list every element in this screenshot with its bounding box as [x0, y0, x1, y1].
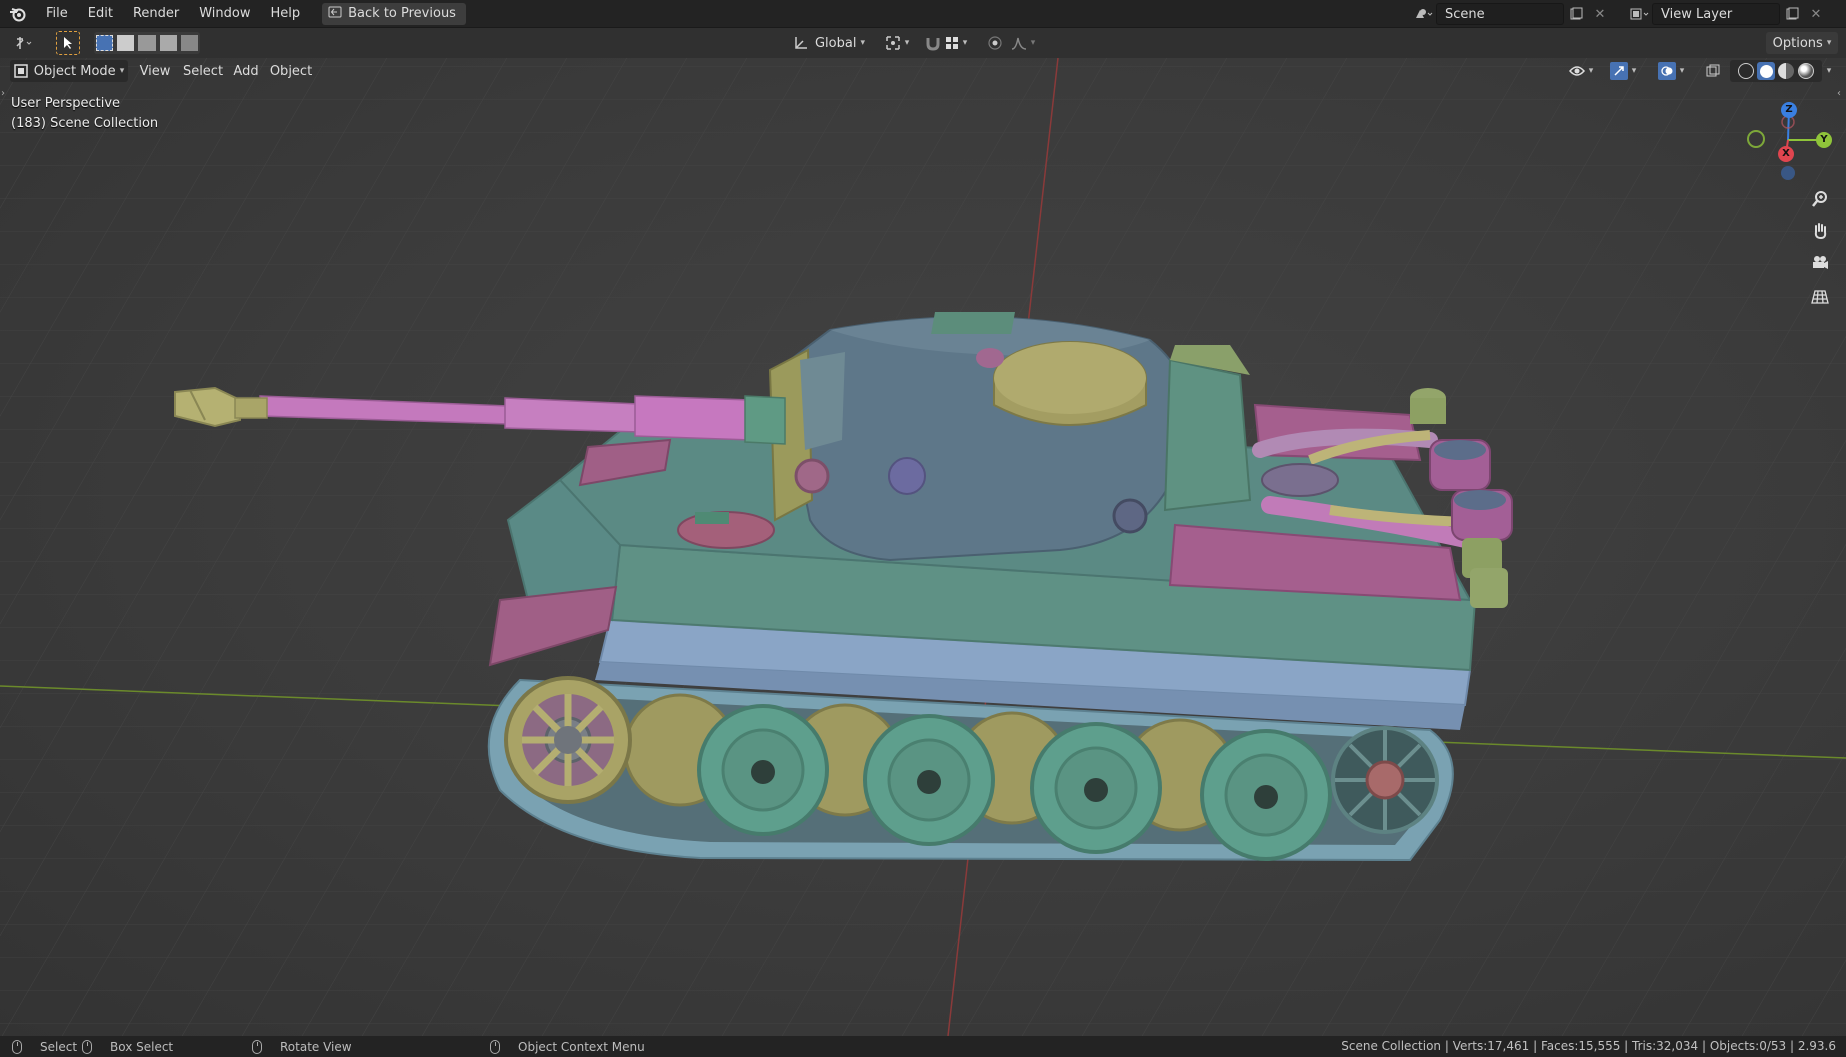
editor-type-icon[interactable] — [8, 32, 42, 54]
select-tool-icon[interactable] — [56, 31, 80, 55]
periscope — [695, 512, 729, 524]
status-rotate-hint: Rotate View — [252, 1038, 352, 1055]
snapping-toggle[interactable]: ▾ — [918, 32, 974, 54]
mode-dropdown[interactable]: Object Mode ▾ — [10, 60, 128, 82]
select-difference-icon[interactable] — [159, 35, 177, 51]
new-scene-icon[interactable] — [1564, 3, 1588, 25]
pan-hand-icon[interactable] — [1807, 218, 1833, 244]
camera-view-icon[interactable] — [1807, 250, 1833, 276]
view-layer-name-field[interactable]: View Layer — [1652, 3, 1780, 25]
gizmo-x-axis[interactable]: X — [1778, 146, 1794, 162]
rendered-shading-icon[interactable] — [1798, 63, 1814, 79]
xray-toggle-icon[interactable] — [1702, 60, 1724, 82]
delete-view-layer-icon[interactable]: ✕ — [1804, 3, 1828, 25]
view-layer-browse-icon[interactable] — [1628, 3, 1652, 25]
back-icon — [328, 6, 342, 22]
tool-header: Global ▾ ▾ ▾ ▾ Options ▾ — [0, 28, 1846, 58]
viewport-scene — [0, 58, 1846, 1036]
selection-mode-group — [94, 32, 200, 54]
orientation-icon — [795, 37, 807, 49]
drive-sprocket — [504, 676, 632, 804]
perspective-label: User Perspective — [11, 96, 121, 111]
status-bar: Select Box Select Rotate View Object Con… — [0, 1036, 1846, 1057]
shading-mode-group — [1730, 60, 1822, 82]
falloff-icon[interactable]: ▾ — [1006, 32, 1040, 54]
ortho-grid-icon[interactable] — [1807, 284, 1833, 310]
shading-options-chevron-icon[interactable]: ▾ — [1818, 60, 1836, 82]
magnet-icon — [926, 38, 940, 51]
view-layer-name-text: View Layer — [1661, 6, 1733, 22]
zoom-view-icon[interactable] — [1807, 186, 1833, 212]
collection-label: (183) Scene Collection — [11, 116, 159, 131]
proportional-edit-icon[interactable] — [984, 32, 1006, 54]
scene-selector: Scene ✕ — [1412, 3, 1612, 25]
status-rotate-label: Rotate View — [280, 1039, 352, 1054]
view-layer-selector: View Layer ✕ — [1628, 3, 1828, 25]
select-menu-label: Select — [182, 63, 224, 79]
status-context-label: Object Context Menu — [518, 1039, 645, 1054]
gizmo-y-label: Y — [1820, 134, 1828, 145]
gizmo-y-axis[interactable]: Y — [1816, 132, 1832, 148]
back-to-previous-button[interactable]: Back to Previous — [322, 2, 466, 25]
object-menu[interactable]: Object — [266, 60, 316, 82]
back-to-previous-label: Back to Previous — [348, 6, 456, 21]
scene-browse-icon[interactable] — [1412, 3, 1436, 25]
gizmo-z-axis[interactable]: Z — [1781, 102, 1797, 118]
status-context-hint: Object Context Menu — [490, 1038, 645, 1055]
options-label: Options — [1772, 35, 1823, 51]
solid-shading-icon[interactable] — [1757, 62, 1775, 80]
mouse-drag-icon — [82, 1039, 92, 1054]
status-select-label: Select — [40, 1039, 78, 1054]
snap-grid-icon — [945, 37, 958, 49]
mouse-middle-icon — [252, 1039, 262, 1054]
object-mode-icon — [14, 64, 28, 78]
scene-statistics: Scene Collection | Verts:17,461 | Faces:… — [1341, 1039, 1836, 1053]
material-shading-icon[interactable] — [1778, 63, 1794, 79]
transform-orientation-dropdown[interactable]: Global ▾ — [786, 32, 872, 54]
options-dropdown[interactable]: Options ▾ — [1766, 32, 1838, 54]
sidebar-toggle-icon[interactable]: ‹ — [1837, 88, 1841, 99]
status-box-select-label: Box Select — [110, 1039, 174, 1054]
mouse-left-icon — [12, 1039, 22, 1054]
viewport-header: Object Mode ▾ View Select Add Object ▾ ▾ … — [0, 58, 1846, 84]
delete-scene-icon[interactable]: ✕ — [1588, 3, 1612, 25]
status-box-select-hint: Box Select — [82, 1038, 173, 1055]
gizmo-toggle-icon[interactable]: ▾ — [1604, 60, 1642, 82]
menu-file[interactable]: File — [36, 0, 78, 28]
add-menu[interactable]: Add — [230, 60, 262, 82]
toolbar-toggle-icon[interactable]: › — [1, 88, 5, 99]
select-extend-icon[interactable] — [117, 35, 135, 51]
add-menu-label: Add — [233, 63, 259, 79]
idler-wheel — [1331, 726, 1439, 834]
menu-help[interactable]: Help — [261, 0, 311, 28]
view-menu[interactable]: View — [136, 60, 174, 82]
menu-edit[interactable]: Edit — [78, 0, 123, 28]
menu-window[interactable]: Window — [189, 0, 260, 28]
scene-name-text: Scene — [1445, 6, 1485, 22]
view-menu-label: View — [139, 63, 171, 79]
overlays-toggle-icon[interactable]: ▾ — [1652, 60, 1690, 82]
select-menu[interactable]: Select — [180, 60, 226, 82]
3d-viewport[interactable]: Z Y X User Perspective (183) Scene Colle… — [0, 58, 1846, 1036]
wireframe-shading-icon[interactable] — [1738, 63, 1754, 79]
select-intersect-icon[interactable] — [180, 35, 199, 51]
scene-name-field[interactable]: Scene — [1436, 3, 1564, 25]
new-view-layer-icon[interactable] — [1780, 3, 1804, 25]
blender-logo-icon[interactable] — [8, 4, 28, 24]
select-new-icon[interactable] — [96, 35, 114, 51]
pivot-point-icon[interactable]: ▾ — [880, 32, 914, 54]
top-menu-bar: File Edit Render Window Help Back to Pre… — [0, 0, 1846, 28]
object-visibility-icon[interactable]: ▾ — [1564, 60, 1598, 82]
gizmo-x-label: X — [1782, 148, 1790, 159]
status-select-hint: Select — [12, 1038, 77, 1055]
menu-render[interactable]: Render — [123, 0, 189, 28]
object-menu-label: Object — [269, 63, 313, 79]
gizmo-z-label: Z — [1785, 104, 1793, 115]
mouse-right-icon — [490, 1039, 500, 1054]
mode-label: Object Mode — [33, 63, 116, 79]
select-subtract-icon[interactable] — [138, 35, 156, 51]
orientation-label: Global — [814, 35, 857, 51]
